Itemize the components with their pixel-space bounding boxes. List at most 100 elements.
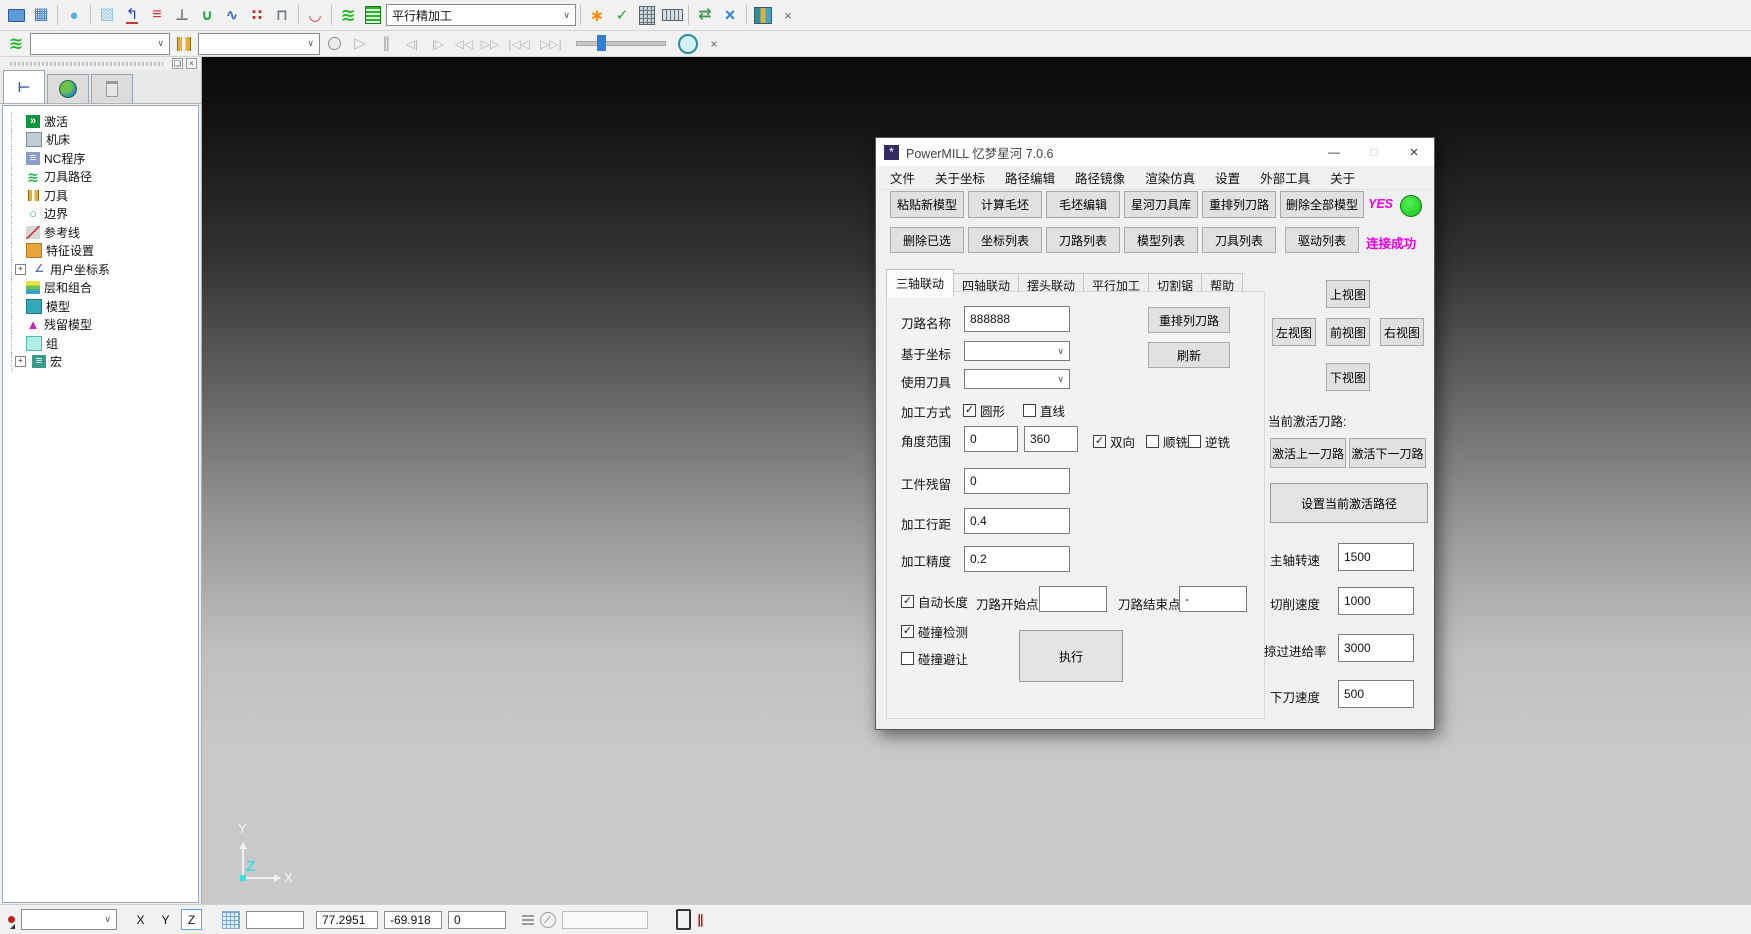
menu-coords[interactable]: 关于坐标	[925, 168, 995, 187]
tool-verify-icon[interactable]: ✓	[610, 3, 634, 27]
tab-recycle[interactable]	[91, 74, 133, 103]
statusbar-dropdown[interactable]: ∨	[21, 909, 117, 930]
set-active-path-button[interactable]: 设置当前激活路径	[1270, 483, 1428, 523]
open-project-icon[interactable]	[4, 3, 28, 27]
view-right-button[interactable]: 右视图	[1380, 318, 1424, 346]
menu-settings[interactable]: 设置	[1205, 168, 1250, 187]
tree-item-stock-models[interactable]: ▲残留模型	[11, 316, 198, 335]
slider-handle[interactable]	[597, 35, 606, 51]
tree-item-macros[interactable]: +≡宏	[11, 353, 198, 372]
circle-checkbox[interactable]: ✓圆形	[963, 401, 1005, 420]
cutting-feed-input[interactable]: 1000	[1338, 587, 1414, 615]
skim-feed-input[interactable]: 3000	[1338, 634, 1414, 662]
sim-fast-forward-button[interactable]: ▷▷	[478, 32, 502, 56]
sim-light-icon[interactable]	[322, 32, 346, 56]
collision-avoid-checkbox[interactable]: 碰撞避让	[901, 649, 968, 668]
model-list-button[interactable]: 模型列表	[1124, 227, 1198, 253]
delete-selected-button[interactable]: 删除已选	[890, 227, 964, 253]
tree-item-levels[interactable]: 层和组合	[11, 279, 198, 298]
cursor-z-input[interactable]: 0	[448, 911, 506, 929]
workplane-picker-icon[interactable]	[540, 912, 556, 928]
tool-pair-icon[interactable]: ⇄	[693, 3, 717, 27]
sim-step-forward-button[interactable]: |▷	[426, 32, 450, 56]
sim-toolpath-dropdown[interactable]: ∨	[30, 33, 170, 55]
library-icon[interactable]	[751, 3, 775, 27]
tree-item-feature-sets[interactable]: 特征设置	[11, 242, 198, 261]
curve-editor-icon[interactable]: ∿	[220, 3, 244, 27]
toolpath-connections-icon[interactable]: ↰	[120, 3, 144, 27]
tool-burst-icon[interactable]: ∗	[585, 3, 609, 27]
tree-item-toolpaths[interactable]: ≋刀具路径	[11, 168, 198, 187]
toolpath-icon[interactable]: ≋	[336, 3, 360, 27]
toolpath-name-input[interactable]: 888888	[964, 306, 1070, 332]
view-left-button[interactable]: 左视图	[1272, 318, 1316, 346]
refresh-button[interactable]: 刷新	[1148, 342, 1230, 368]
delete-all-models-button[interactable]: 删除全部模型	[1280, 191, 1364, 218]
tab-web[interactable]	[47, 74, 89, 103]
menu-render-sim[interactable]: 渲染仿真	[1135, 168, 1205, 187]
view-front-button[interactable]: 前视图	[1326, 318, 1370, 346]
calculator-icon[interactable]	[635, 3, 659, 27]
calc-stock-button[interactable]: 计算毛坯	[968, 191, 1042, 218]
cross-move-icon[interactable]: ×	[718, 3, 742, 27]
menu-about[interactable]: 关于	[1320, 168, 1365, 187]
activate-next-toolpath-button[interactable]: 激活下一刀路	[1349, 438, 1426, 468]
tree-item-models[interactable]: 模型	[11, 297, 198, 316]
grid-size-input[interactable]	[246, 911, 304, 929]
u-tool-icon[interactable]: ∪	[195, 3, 219, 27]
reorder-toolpaths-button[interactable]: 重排列刀路	[1202, 191, 1276, 218]
stock-icon[interactable]: ≡	[145, 3, 169, 27]
sim-toolbar-close-button[interactable]: ×	[702, 32, 726, 56]
angle-max-input[interactable]: 360	[1024, 426, 1078, 452]
sim-rewind-button[interactable]: ◁◁	[452, 32, 476, 56]
tolerance-input[interactable]: 0.2	[964, 546, 1070, 572]
tool-list-button[interactable]: 刀具列表	[1202, 227, 1276, 253]
grid-snap-icon[interactable]	[222, 911, 240, 929]
cursor-y-input[interactable]: -69.918	[384, 911, 442, 929]
view-top-button[interactable]: 上视图	[1326, 280, 1370, 308]
sim-tool-dropdown[interactable]: ∨	[198, 33, 320, 55]
expander-icon[interactable]: +	[15, 264, 26, 275]
tool-library-button[interactable]: 星河刀具库	[1124, 191, 1198, 218]
tree-item-boundaries[interactable]: ○边界	[11, 205, 198, 224]
paste-new-model-button[interactable]: 粘贴新模型	[890, 191, 964, 218]
activate-prev-toolpath-button[interactable]: 激活上一刀路	[1270, 438, 1346, 468]
use-tool-dropdown[interactable]: ∨	[964, 369, 1070, 389]
coord-base-dropdown[interactable]: ∨	[964, 341, 1070, 361]
machining-program-dropdown[interactable]: 平行精加工 ∨	[386, 4, 576, 26]
angle-min-input[interactable]: 0	[964, 426, 1018, 452]
sim-skip-end-button[interactable]: ▷▷|	[536, 32, 566, 56]
sim-skip-start-button[interactable]: |◁◁	[504, 32, 534, 56]
drive-list-button[interactable]: 驱动列表	[1285, 227, 1359, 253]
spindle-speed-input[interactable]: 1500	[1338, 543, 1414, 571]
bidirectional-checkbox[interactable]: ✓双向	[1093, 432, 1135, 451]
shaded-view-icon[interactable]: ●	[62, 3, 86, 27]
menu-external-tools[interactable]: 外部工具	[1250, 168, 1320, 187]
tree-item-tools[interactable]: 刀具	[11, 186, 198, 205]
toolbar-close-button[interactable]: ×	[776, 3, 800, 27]
coord-list-button[interactable]: 坐标列表	[968, 227, 1042, 253]
expander-icon[interactable]: +	[15, 356, 26, 367]
sim-clock-icon[interactable]	[676, 32, 700, 56]
sim-play-button[interactable]: ▷	[348, 32, 372, 56]
workplane-input[interactable]	[562, 911, 648, 929]
auto-length-checkbox[interactable]: ✓自动长度	[901, 592, 968, 611]
cursor-x-input[interactable]: 77.2951	[316, 911, 378, 929]
tree-item-groups[interactable]: 组	[11, 334, 198, 353]
sim-toolpath-icon[interactable]: ≋	[4, 32, 28, 56]
tab-3axis[interactable]: 三轴联动	[886, 269, 954, 298]
axis-x-button[interactable]: X	[131, 910, 150, 929]
dialog-minimize-button[interactable]: —	[1314, 138, 1354, 166]
start-point-input[interactable]	[1039, 586, 1107, 612]
line-checkbox[interactable]: 直线	[1023, 401, 1065, 420]
block-icon[interactable]: ▧	[95, 3, 119, 27]
dialog-close-button[interactable]: ×	[1394, 138, 1434, 166]
sim-tool-icon[interactable]	[172, 32, 196, 56]
menu-path-mirror[interactable]: 路径镜像	[1065, 168, 1135, 187]
dialog-maximize-button[interactable]: □	[1354, 138, 1394, 166]
climb-mill-checkbox[interactable]: 顺铣	[1146, 432, 1188, 451]
machining-list-icon[interactable]	[361, 3, 385, 27]
plunge-feed-input[interactable]: 500	[1338, 680, 1414, 708]
menu-file[interactable]: 文件	[880, 168, 925, 187]
collision-check-checkbox[interactable]: ✓碰撞检测	[901, 622, 968, 641]
